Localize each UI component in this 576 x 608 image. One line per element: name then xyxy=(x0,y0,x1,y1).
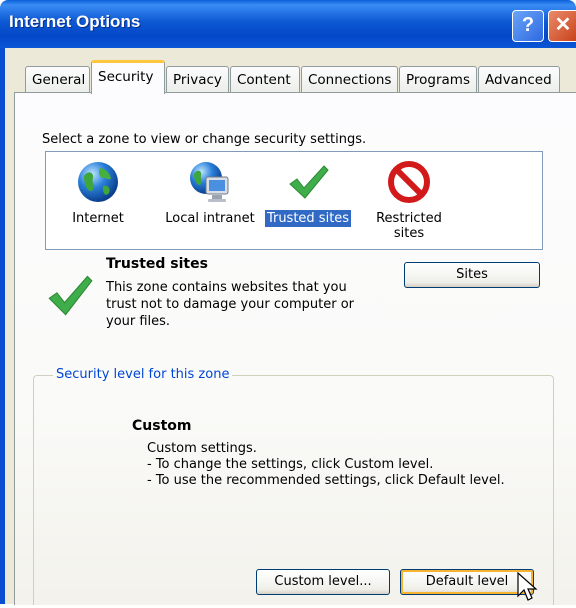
zone-label-local-intranet: Local intranet xyxy=(165,211,255,226)
sites-button[interactable]: Sites xyxy=(404,262,540,288)
zones-prompt: Select a zone to view or change security… xyxy=(42,132,367,147)
mouse-pointer-icon xyxy=(517,571,539,604)
intranet-icon xyxy=(188,160,232,204)
checkmark-icon xyxy=(286,160,330,204)
zone-internet[interactable]: Internet xyxy=(60,152,136,227)
zone-label-internet: Internet xyxy=(72,211,124,226)
tab-general[interactable]: General xyxy=(25,66,90,92)
security-level-legend: Security level for this zone xyxy=(53,367,233,382)
tab-security[interactable]: Security xyxy=(91,60,165,94)
tab-content[interactable]: Content xyxy=(230,66,300,92)
custom-level-button[interactable]: Custom level... xyxy=(256,569,390,595)
tab-privacy[interactable]: Privacy xyxy=(166,66,229,92)
default-level-button[interactable]: Default level xyxy=(400,569,534,595)
security-level-name: Custom xyxy=(132,418,192,434)
title-bar[interactable]: Internet Options ? ✕ xyxy=(0,0,576,48)
security-level-description: Custom settings. - To change the setting… xyxy=(147,441,505,489)
tab-advanced[interactable]: Advanced xyxy=(478,66,560,92)
security-level-line: - To use the recommended settings, click… xyxy=(147,473,505,488)
globe-icon xyxy=(76,160,120,204)
help-button[interactable]: ? xyxy=(512,10,544,42)
zone-label-restricted-sites: Restricted sites xyxy=(376,211,442,241)
zone-local-intranet[interactable]: Local intranet xyxy=(150,152,270,227)
trusted-sites-check-icon xyxy=(46,271,94,319)
zone-title: Trusted sites xyxy=(106,256,208,272)
zone-restricted-sites[interactable]: Restricted sites xyxy=(366,152,452,242)
tab-programs[interactable]: Programs xyxy=(399,66,477,92)
close-button[interactable]: ✕ xyxy=(548,10,576,42)
zone-description: This zone contains websites that you tru… xyxy=(106,280,355,329)
security-level-line: Custom settings. xyxy=(147,441,257,456)
window-title: Internet Options xyxy=(9,12,141,31)
zone-trusted-sites[interactable]: Trusted sites xyxy=(262,152,354,227)
tab-connections[interactable]: Connections xyxy=(301,66,398,92)
zone-label-trusted-sites: Trusted sites xyxy=(264,210,352,227)
security-level-line: - To change the settings, click Custom l… xyxy=(147,457,434,472)
no-entry-icon xyxy=(387,160,431,204)
zone-list[interactable]: Internet Local intranet Trusted sites Re… xyxy=(45,151,543,250)
